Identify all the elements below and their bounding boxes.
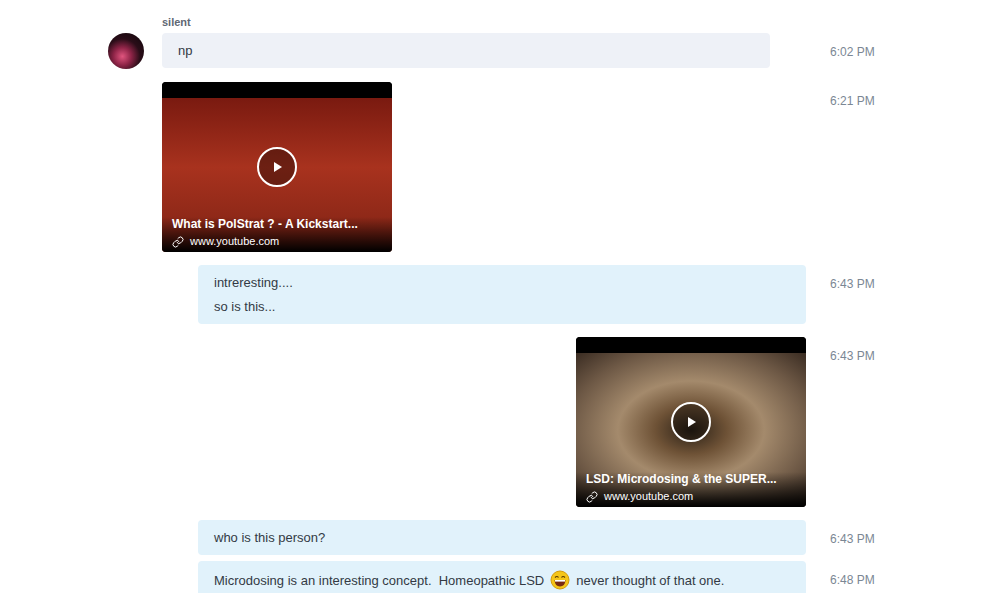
video-thumbnail: What is PolStrat ? - A Kickstart... www.y… (162, 98, 392, 252)
message-row: LSD: Microdosing & the SUPER... www.youtu… (0, 337, 983, 507)
message-text: np (178, 42, 754, 59)
message-text: Microdosing is an interesting concept. H… (214, 570, 790, 590)
message-time: 6:02 PM (830, 16, 875, 59)
laughing-emoji-icon (550, 570, 570, 590)
message-row: silent np 6:02 PM (0, 16, 983, 69)
avatar[interactable] (108, 33, 144, 69)
message-time: 6:48 PM (830, 561, 875, 587)
message-bubble: Microdosing is an interesting concept. H… (198, 561, 806, 593)
video-title: What is PolStrat ? - A Kickstart... (172, 217, 382, 232)
sender-name: silent (162, 16, 191, 29)
play-button[interactable] (257, 147, 297, 187)
video-top-bar (162, 82, 392, 98)
chat-history: silent np 6:02 PM What is PolStrat ? - A Ki… (0, 0, 983, 593)
video-source: www.youtube.com (586, 490, 796, 503)
video-caption: LSD: Microdosing & the SUPER... www.youtu… (576, 472, 806, 507)
message-row: intreresting.... so is this... 6:43 PM (0, 265, 983, 324)
message-content: What is PolStrat ? - A Kickstart... www.y… (162, 82, 806, 252)
message-bubble: np (162, 33, 770, 68)
message-content: intreresting.... so is this... (162, 265, 806, 324)
message-time: 6:43 PM (830, 520, 875, 546)
video-caption: What is PolStrat ? - A Kickstart... www.y… (162, 217, 392, 252)
message-content: silent np (162, 16, 806, 68)
link-icon (172, 236, 184, 248)
link-icon (586, 491, 598, 503)
video-card[interactable]: What is PolStrat ? - A Kickstart... www.y… (162, 82, 392, 252)
message-bubble: intreresting.... so is this... (198, 265, 806, 324)
message-text: so is this... (214, 298, 790, 315)
video-card[interactable]: LSD: Microdosing & the SUPER... www.youtu… (576, 337, 806, 507)
message-text: who is this person? (214, 529, 790, 546)
message-time: 6:43 PM (830, 265, 875, 291)
message-content: who is this person? (162, 520, 806, 555)
video-title: LSD: Microdosing & the SUPER... (586, 472, 796, 487)
video-source: www.youtube.com (172, 235, 382, 248)
message-row: who is this person? 6:43 PM (0, 520, 983, 555)
play-icon (269, 159, 285, 175)
message-content: Microdosing is an interesting concept. H… (162, 561, 806, 593)
message-bubble: who is this person? (198, 520, 806, 555)
play-button[interactable] (671, 402, 711, 442)
message-time: 6:21 PM (830, 82, 875, 108)
message-content: LSD: Microdosing & the SUPER... www.youtu… (162, 337, 806, 507)
play-icon (683, 414, 699, 430)
message-time: 6:43 PM (830, 337, 875, 363)
video-thumbnail: LSD: Microdosing & the SUPER... www.youtu… (576, 353, 806, 507)
video-top-bar (576, 337, 806, 353)
message-row: Microdosing is an interesting concept. H… (0, 561, 983, 593)
message-text: intreresting.... (214, 274, 790, 291)
avatar-slot (108, 16, 162, 69)
message-row: What is PolStrat ? - A Kickstart... www.y… (0, 82, 983, 252)
